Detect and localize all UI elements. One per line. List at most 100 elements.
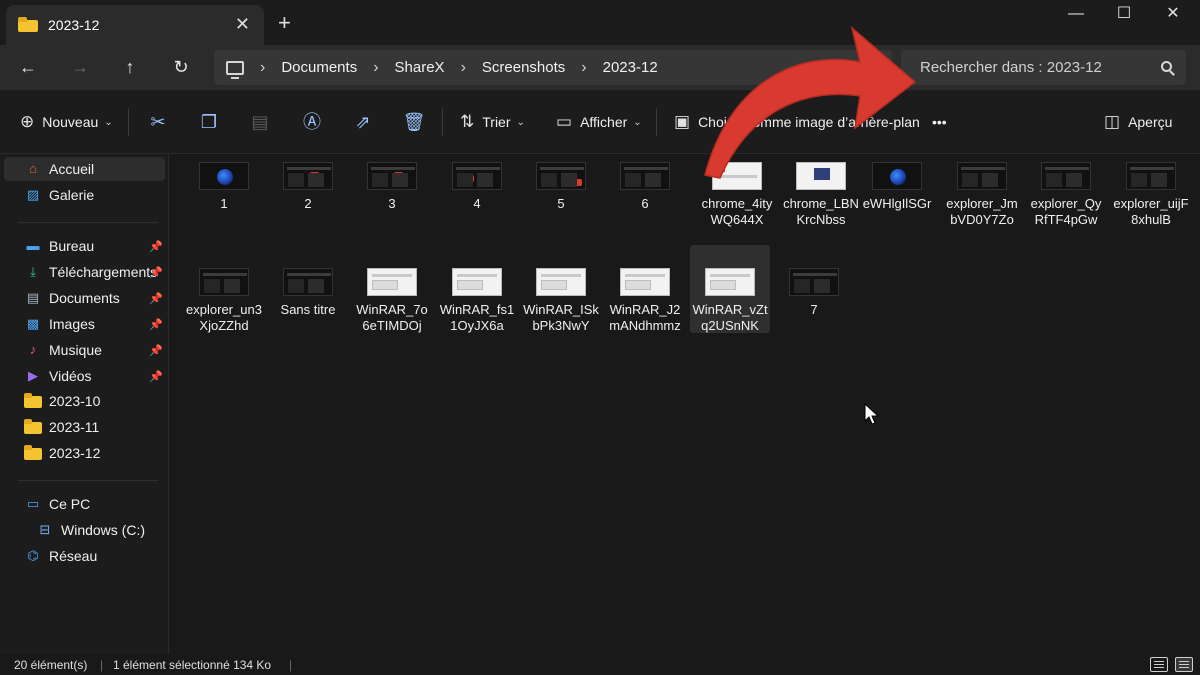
- thumbnail: [712, 162, 762, 190]
- rename-icon[interactable]: Ⓐ: [300, 110, 324, 134]
- file-name: explorer_uijF8xhulB: [1113, 196, 1189, 227]
- file-name: Sans titre: [280, 302, 336, 317]
- sidebar-item-2023-11[interactable]: 2023-11: [4, 415, 165, 439]
- sidebar-item-videos[interactable]: ▶ Vidéos 📌: [4, 364, 165, 388]
- sidebar-item-bureau[interactable]: ▬ Bureau 📌: [4, 234, 165, 258]
- file-item[interactable]: WinRAR_J2mANdhmmz: [604, 260, 686, 338]
- file-item[interactable]: explorer_un3XjoZZhd: [183, 260, 265, 338]
- file-item[interactable]: 2: [267, 154, 349, 216]
- preview-label: Aperçu: [1128, 114, 1173, 130]
- sidebar-item-images[interactable]: ▩ Images 📌: [4, 312, 165, 336]
- file-list[interactable]: 1 2 3 4 5 6 chrome_4ityWQ644X chrome_LBN…: [170, 154, 1200, 654]
- file-item[interactable]: 4: [436, 154, 518, 216]
- pin-icon[interactable]: 📌: [149, 292, 163, 305]
- sidebar-item-reseau[interactable]: ⌬ Réseau: [4, 544, 165, 568]
- breadcrumb-separator[interactable]: ›: [461, 59, 466, 77]
- folder-icon: [24, 392, 42, 409]
- view-label: Afficher: [580, 114, 628, 130]
- breadcrumb-separator[interactable]: ›: [373, 59, 378, 77]
- file-item[interactable]: eWHlgIlSGr: [856, 154, 938, 216]
- set-as-background-button[interactable]: ▣ Choisir comme image d’arrière-plan: [674, 110, 920, 134]
- maximize-button[interactable]: ☐: [1104, 4, 1144, 24]
- breadcrumb-screenshots[interactable]: Screenshots: [482, 59, 565, 76]
- close-tab-button[interactable]: ✕: [235, 14, 250, 34]
- breadcrumb-separator[interactable]: ›: [581, 59, 586, 77]
- sidebar-item-2023-12[interactable]: 2023-12: [4, 441, 165, 465]
- pin-icon[interactable]: 📌: [149, 370, 163, 383]
- up-button[interactable]: ↑: [117, 55, 143, 79]
- sidebar-item-2023-10[interactable]: 2023-10: [4, 389, 165, 413]
- plus-circle-icon: ⊕: [20, 112, 35, 131]
- file-item[interactable]: 7: [773, 260, 855, 322]
- sidebar-item-label: Bureau: [49, 238, 95, 254]
- new-tab-button[interactable]: +: [278, 10, 291, 36]
- this-pc-icon[interactable]: [226, 60, 244, 79]
- back-button[interactable]: ←: [15, 55, 41, 79]
- large-icons-view-icon[interactable]: [1175, 657, 1193, 672]
- sidebar-item-documents[interactable]: ▤ Documents 📌: [4, 286, 165, 310]
- copy-icon[interactable]: ❐: [197, 110, 221, 134]
- new-button[interactable]: ⊕ Nouveau ⌄: [20, 110, 113, 134]
- file-item[interactable]: 6: [604, 154, 686, 216]
- file-item[interactable]: explorer_JmbVD0Y7Zo: [941, 154, 1023, 232]
- breadcrumb-sharex[interactable]: ShareX: [395, 59, 445, 76]
- tab-2023-12[interactable]: 2023-12 ✕: [6, 5, 264, 45]
- thumbnail: [796, 162, 846, 190]
- sidebar-item-ce-pc[interactable]: ▭ Ce PC: [4, 492, 165, 516]
- breadcrumb-separator[interactable]: ›: [260, 59, 265, 77]
- search-input[interactable]: [920, 59, 1140, 76]
- cut-icon[interactable]: ✂: [146, 110, 170, 134]
- search-box[interactable]: [901, 50, 1186, 85]
- file-item[interactable]: WinRAR_7o6eTIMDOj: [351, 260, 433, 338]
- sidebar-item-musique[interactable]: ♪ Musique 📌: [4, 338, 165, 362]
- thumbnail: [367, 268, 417, 296]
- pin-icon[interactable]: 📌: [149, 344, 163, 357]
- folder-icon: [18, 16, 38, 33]
- preview-pane-button[interactable]: ◫ Aperçu: [1104, 110, 1172, 134]
- thumbnail: [1041, 162, 1091, 190]
- desktop-icon: ▬: [26, 238, 40, 253]
- folder-icon: [24, 444, 42, 461]
- file-item[interactable]: WinRAR_fs11OyJX6a: [436, 260, 518, 338]
- file-item[interactable]: 1: [183, 154, 265, 216]
- sidebar-item-label: Galerie: [49, 187, 95, 203]
- more-options-button[interactable]: •••: [932, 110, 947, 134]
- refresh-button[interactable]: ↻: [168, 55, 194, 79]
- file-item[interactable]: explorer_QyRfTF4pGw: [1025, 154, 1107, 232]
- sidebar-item-windows-c[interactable]: ⊟ Windows (C:): [4, 518, 165, 542]
- paste-icon[interactable]: ▤: [248, 110, 272, 134]
- sidebar-item-telechargements[interactable]: ⤓ Téléchargements 📌: [4, 260, 165, 284]
- pin-icon[interactable]: 📌: [149, 240, 163, 253]
- thumbnail: [536, 268, 586, 296]
- file-item[interactable]: chrome_LBNKrcNbss: [780, 154, 862, 232]
- breadcrumb-2023-12[interactable]: 2023-12: [603, 59, 658, 76]
- minimize-button[interactable]: —: [1056, 4, 1096, 24]
- wallpaper-icon: ▣: [674, 112, 691, 131]
- file-item[interactable]: chrome_4ityWQ644X: [696, 154, 778, 232]
- sort-button[interactable]: ⇅ Trier ⌄: [460, 110, 525, 134]
- share-icon[interactable]: ⇗: [351, 110, 375, 134]
- file-item[interactable]: Sans titre: [267, 260, 349, 322]
- file-item[interactable]: WinRAR_ISkbPk3NwY: [520, 260, 602, 338]
- thumbnail: [620, 268, 670, 296]
- file-item-selected[interactable]: WinRAR_vZtq2USnNK: [690, 245, 770, 333]
- view-button[interactable]: ▭ Afficher ⌄: [556, 110, 642, 134]
- details-view-icon[interactable]: [1150, 657, 1168, 672]
- search-icon[interactable]: [1161, 61, 1172, 72]
- file-item[interactable]: explorer_uijF8xhulB: [1110, 154, 1192, 232]
- toolbar-divider: [442, 108, 443, 136]
- forward-button[interactable]: →: [67, 55, 93, 79]
- file-item[interactable]: 5: [520, 154, 602, 216]
- pin-icon[interactable]: 📌: [149, 318, 163, 331]
- pin-icon[interactable]: 📌: [149, 266, 163, 279]
- music-icon: ♪: [29, 342, 37, 357]
- status-bar: 20 élément(s) | 1 élément sélectionné 13…: [0, 654, 1200, 675]
- delete-icon[interactable]: 🗑: [402, 110, 426, 134]
- file-item[interactable]: 3: [351, 154, 433, 216]
- close-window-button[interactable]: ✕: [1153, 4, 1193, 24]
- sidebar-item-accueil[interactable]: ⌂ Accueil: [4, 157, 165, 181]
- breadcrumb-documents[interactable]: Documents: [281, 59, 357, 76]
- address-bar[interactable]: › Documents › ShareX › Screenshots › 202…: [214, 50, 892, 85]
- sidebar-item-galerie[interactable]: ▨ Galerie: [4, 183, 165, 207]
- sidebar-item-label: Téléchargements: [49, 264, 158, 280]
